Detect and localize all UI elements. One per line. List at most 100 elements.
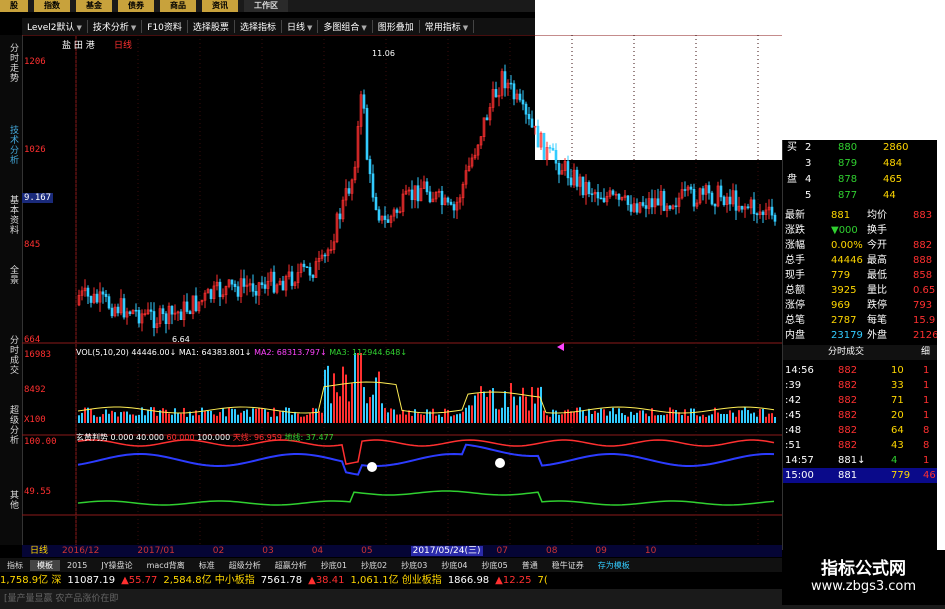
top-menu-item[interactable]: 债券: [118, 0, 154, 12]
candle-body: [674, 205, 678, 208]
volume-bar: [252, 408, 254, 423]
ticks-detail-button[interactable]: 细: [921, 345, 930, 360]
right-edge-blank: [937, 140, 945, 550]
template-tab[interactable]: 超赢分析: [268, 560, 314, 571]
stock-name: 盐 田 港: [62, 41, 95, 51]
tick-row: :51 882 43 8: [783, 438, 938, 453]
template-tab[interactable]: 模板: [30, 559, 60, 571]
volume-bar: [687, 415, 689, 423]
candle-body: [188, 311, 192, 315]
volume-bar: [246, 409, 248, 423]
candle-body: [569, 177, 573, 186]
side-tab[interactable]: 技术分析: [2, 125, 20, 165]
toolbar-button[interactable]: 日线 ▼: [282, 20, 319, 33]
ind-tianxian: 天线: 96.959: [232, 433, 282, 442]
top-menu-item[interactable]: 资讯: [202, 0, 238, 12]
volume-bar: [459, 413, 461, 423]
order-book-row: 买 2 880 2860: [783, 140, 938, 155]
volume-bar: [120, 412, 122, 423]
toolbar-button[interactable]: F10资料: [142, 20, 188, 33]
tick-row: :45 882 20 1: [783, 408, 938, 423]
candle-body: [734, 190, 738, 211]
order-level: 2: [805, 142, 812, 153]
candle-body: [416, 185, 420, 202]
template-tab[interactable]: 普通: [515, 560, 545, 571]
volume-bar: [342, 366, 344, 423]
candle-body: [185, 301, 189, 312]
candle-body: [395, 209, 399, 213]
template-tab[interactable]: JY操盘论: [94, 560, 139, 571]
template-tab[interactable]: 抄底05: [475, 560, 515, 571]
volume-bar: [444, 408, 446, 423]
side-tab[interactable]: 全景: [2, 265, 20, 285]
candle-body: [104, 293, 108, 297]
template-tab[interactable]: 超级分析: [222, 560, 268, 571]
date-tick: 08: [545, 546, 558, 556]
template-tab[interactable]: 抄底01: [314, 560, 354, 571]
volume-bar: [453, 415, 455, 423]
top-menu-item[interactable]: 工作区: [244, 0, 288, 12]
top-menu-item[interactable]: 股: [0, 0, 28, 12]
template-tab[interactable]: 抄底04: [434, 560, 474, 571]
volume-bar: [558, 414, 560, 423]
toolbar-button[interactable]: Level2默认 ▼: [22, 20, 88, 33]
toolbar-button[interactable]: 选择股票: [188, 20, 235, 33]
volume-bar: [336, 392, 338, 423]
template-tab[interactable]: 存为模板: [591, 560, 637, 571]
candle-body: [281, 280, 285, 291]
order-side: 盘: [787, 174, 797, 185]
tick-time: :51: [785, 440, 802, 451]
stat-label: 换手: [867, 225, 887, 236]
ma1-value: MA1: 64383.801↓: [178, 348, 252, 357]
stat-value: 882: [913, 240, 933, 251]
candle-body: [641, 202, 645, 206]
volume-bar: [165, 409, 167, 423]
template-tab[interactable]: 标准: [192, 560, 222, 571]
template-tab[interactable]: macd背离: [140, 560, 192, 571]
template-tab[interactable]: 抄底02: [354, 560, 394, 571]
template-tab[interactable]: 抄底03: [394, 560, 434, 571]
top-menu-item[interactable]: 基金: [76, 0, 112, 12]
top-menu-item[interactable]: 指数: [34, 0, 70, 12]
candle-body: [290, 271, 294, 286]
watermark-title: 指标公式网: [821, 559, 906, 579]
side-tab[interactable]: 分时走势: [2, 43, 20, 83]
price-axis-tick: 1026: [24, 145, 46, 155]
order-volume: 2860: [883, 142, 909, 153]
volume-bar: [189, 411, 191, 423]
order-price: 879: [838, 158, 858, 169]
volume-bar: [300, 416, 302, 423]
template-tab[interactable]: 稳牛证券: [545, 560, 591, 571]
volume-bar: [291, 414, 293, 423]
candle-body: [305, 266, 309, 268]
side-tab[interactable]: 基本资料: [2, 195, 20, 235]
volume-bar: [432, 408, 434, 423]
candle-body: [752, 199, 756, 214]
template-tab[interactable]: 指标: [0, 560, 30, 571]
volume-bar: [207, 410, 209, 423]
toolbar-button[interactable]: 选择指标: [235, 20, 282, 33]
signal-marker: [495, 458, 505, 468]
template-tab[interactable]: 2015: [60, 561, 94, 570]
volume-axis-tick: 8492: [24, 385, 46, 395]
kline-chart-area[interactable]: 盐 田 港 日线 11.06 6.64 VOL(5,10,20) 44446.0…: [22, 34, 782, 545]
candle-body: [209, 289, 213, 300]
toolbar-button-label: 选择指标: [239, 23, 276, 33]
toolbar-button[interactable]: 图形叠加: [373, 20, 420, 33]
candle-body: [599, 197, 603, 200]
top-menu-item[interactable]: 商品: [160, 0, 196, 12]
toolbar-button[interactable]: 多图组合 ▼: [318, 20, 373, 33]
volume-bar: [645, 413, 647, 423]
ticker-item: 11087.19: [67, 575, 116, 586]
volume-bar: [705, 416, 707, 423]
side-tab[interactable]: 超级分析: [2, 405, 20, 445]
side-tab[interactable]: 其他: [2, 490, 20, 510]
toolbar-button[interactable]: 技术分析 ▼: [88, 20, 143, 33]
volume-bar: [540, 386, 542, 423]
toolbar-button[interactable]: 常用指标 ▼: [420, 20, 475, 33]
volume-bar: [690, 408, 692, 423]
volume-bar: [297, 413, 299, 423]
toolbar-button-label: 技术分析: [92, 23, 129, 33]
ind-v4: 100.000: [197, 433, 231, 442]
side-tab[interactable]: 分时成交: [2, 335, 20, 375]
